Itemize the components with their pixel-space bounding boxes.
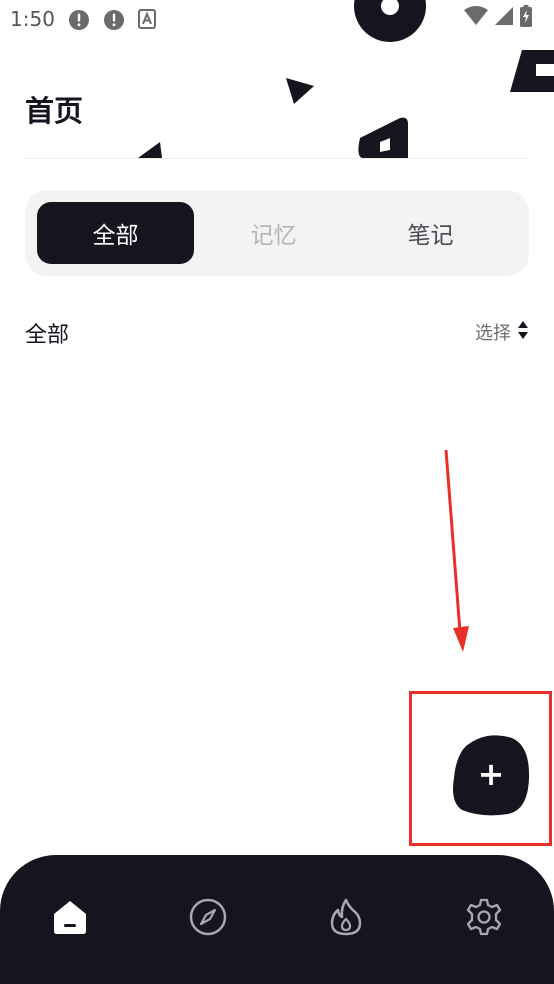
- fab-blob-shape: [453, 735, 530, 816]
- add-button[interactable]: +: [452, 732, 530, 816]
- tab-memory[interactable]: 记忆: [195, 202, 352, 264]
- header-divider: [25, 158, 530, 159]
- filter-segmented-control: 全部 记忆 笔记: [25, 190, 529, 276]
- nav-item-discover[interactable]: [186, 895, 230, 939]
- wifi-icon: [464, 6, 488, 30]
- nav-item-settings[interactable]: [462, 895, 506, 939]
- battery-charging-icon: [520, 5, 532, 31]
- section-title: 全部: [25, 323, 70, 348]
- decorative-triangle-shape: [138, 142, 162, 158]
- decorative-block-shape: [510, 50, 554, 92]
- status-indicators: [464, 5, 532, 31]
- settings-gear-icon: [466, 898, 502, 936]
- page-title: 首页: [25, 94, 84, 128]
- status-time: 1:50: [10, 7, 55, 31]
- nav-item-hot[interactable]: [324, 895, 368, 939]
- decorative-triangle-shape: [286, 78, 314, 104]
- home-screen: 1:50 首页 全部 记忆 笔记 全部 选择 +: [0, 0, 554, 984]
- decorative-rhombus-shape: [358, 117, 408, 158]
- tab-notes[interactable]: 笔记: [352, 202, 509, 264]
- sort-updown-icon: [517, 320, 529, 344]
- signal-icon: [494, 6, 514, 30]
- flame-icon: [330, 898, 362, 936]
- select-sort-control[interactable]: 选择: [475, 319, 529, 345]
- bottom-navigation-bar: [0, 855, 554, 984]
- select-label: 选择: [475, 323, 511, 344]
- decorative-ring-shape: [354, 0, 426, 42]
- alert-circle-icon: [68, 9, 90, 35]
- status-bar: 1:50: [0, 0, 554, 38]
- home-icon: [54, 901, 86, 934]
- alert-circle-icon: [103, 9, 125, 35]
- nav-item-home[interactable]: [48, 895, 92, 939]
- font-a-icon: [138, 9, 156, 33]
- compass-icon: [189, 898, 227, 936]
- tab-all[interactable]: 全部: [37, 202, 194, 264]
